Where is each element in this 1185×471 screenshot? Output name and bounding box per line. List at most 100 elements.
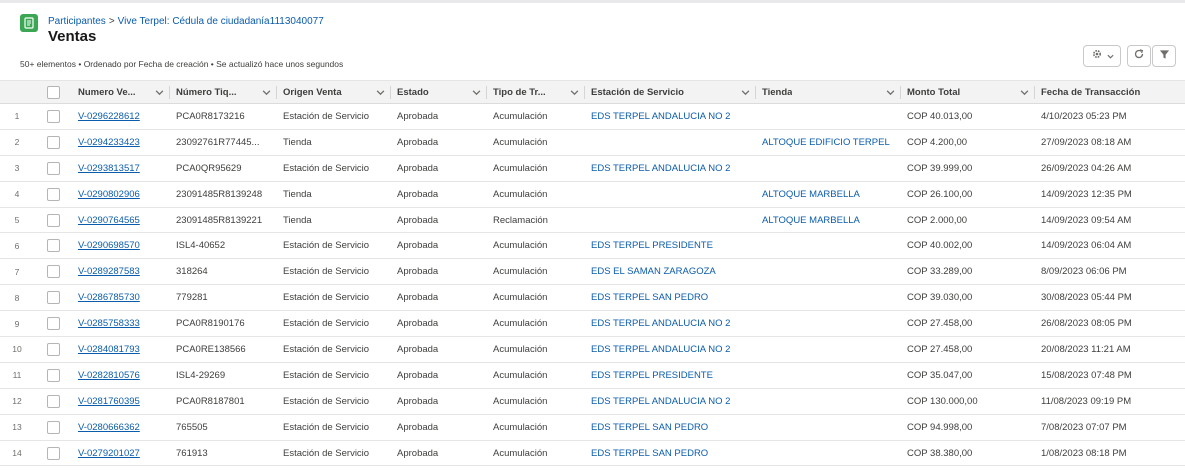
numero-venta-link[interactable]: V-0286785730 xyxy=(78,292,140,303)
numero-venta-link[interactable]: V-0289287583 xyxy=(78,266,140,277)
row-select-cell[interactable] xyxy=(34,207,72,234)
row-select-cell[interactable] xyxy=(34,440,72,467)
col-header-tipo-transaccion[interactable]: Tipo de Tr... xyxy=(487,80,585,104)
col-header-estacion-servicio[interactable]: Estación de Servicio xyxy=(585,80,756,104)
numero-venta-link[interactable]: V-0284081793 xyxy=(78,344,140,355)
select-all-header[interactable] xyxy=(34,80,72,104)
numero-venta-link[interactable]: V-0285758333 xyxy=(78,318,140,329)
row-select-cell[interactable] xyxy=(34,258,72,286)
row-checkbox[interactable] xyxy=(46,368,60,382)
chevron-down-icon[interactable] xyxy=(155,88,164,97)
chevron-down-icon[interactable] xyxy=(886,88,895,97)
select-all-checkbox[interactable] xyxy=(46,85,60,99)
numero-venta-link[interactable]: V-0296228612 xyxy=(78,111,140,122)
numero-venta-link[interactable]: V-0281760395 xyxy=(78,396,140,407)
table-row[interactable]: 14 V-0279201027 761913 Estación de Servicio… xyxy=(0,440,1185,467)
row-checkbox[interactable] xyxy=(46,109,60,123)
chevron-down-icon[interactable] xyxy=(376,88,385,97)
chevron-down-icon[interactable] xyxy=(741,88,750,97)
table-row[interactable]: 5 V-0290764565 23091485R8139221 Tienda Aprob… xyxy=(0,207,1185,234)
row-select-cell[interactable] xyxy=(34,336,72,363)
table-row[interactable]: 2 V-0294233423 23092761R77445... Tienda Apro… xyxy=(0,129,1185,156)
estacion-servicio-link[interactable]: EDS TERPEL ANDALUCIA NO 2 xyxy=(591,318,730,329)
row-select-cell[interactable] xyxy=(34,362,72,389)
chevron-down-icon[interactable] xyxy=(472,88,481,97)
estacion-servicio-link[interactable]: EDS TERPEL ANDALUCIA NO 2 xyxy=(591,111,730,122)
numero-venta-link[interactable]: V-0290764565 xyxy=(78,215,140,226)
breadcrumb-current-link[interactable]: Vive Terpel: Cédula de ciudadanía1113040… xyxy=(118,16,324,27)
estacion-servicio-link[interactable]: EDS TERPEL ANDALUCIA NO 2 xyxy=(591,163,730,174)
table-row[interactable]: 9 V-0285758333 PCA0R8190176 Estación de Ser… xyxy=(0,310,1185,338)
row-select-cell[interactable] xyxy=(34,129,72,156)
estacion-servicio-link[interactable]: EDS TERPEL SAN PEDRO xyxy=(591,448,708,459)
row-select-cell[interactable] xyxy=(34,103,72,130)
col-header-fecha-transaccion[interactable]: Fecha de Transacción xyxy=(1035,80,1185,104)
estacion-servicio-link[interactable]: EDS TERPEL PRESIDENTE xyxy=(591,370,713,381)
row-select-cell[interactable] xyxy=(34,414,72,441)
tienda-link[interactable]: ALTOQUE MARBELLA xyxy=(762,215,860,226)
estacion-servicio-link[interactable]: EDS TERPEL ANDALUCIA NO 2 xyxy=(591,396,730,407)
table-row[interactable]: 8 V-0286785730 779281 Estación de Servicio A… xyxy=(0,284,1185,312)
filter-button[interactable] xyxy=(1152,45,1176,67)
row-checkbox[interactable] xyxy=(46,291,60,305)
table-row[interactable]: 10 V-0284081793 PCA0RE138566 Estación de Se… xyxy=(0,336,1185,363)
gear-icon xyxy=(1091,47,1103,65)
refresh-button[interactable] xyxy=(1127,45,1151,67)
monto-total-cell: COP 35.047,00 xyxy=(901,362,1035,389)
col-header-monto-total[interactable]: Monto Total xyxy=(901,80,1035,104)
list-settings-button[interactable] xyxy=(1083,45,1121,67)
row-select-cell[interactable] xyxy=(34,284,72,312)
row-checkbox[interactable] xyxy=(46,239,60,253)
col-header-label: Estación de Servicio xyxy=(591,86,684,98)
table-row[interactable]: 7 V-0289287583 318264 Estación de Servicio A… xyxy=(0,258,1185,286)
chevron-down-icon[interactable] xyxy=(262,88,271,97)
row-checkbox[interactable] xyxy=(46,213,60,227)
col-header-estado[interactable]: Estado xyxy=(391,80,487,104)
table-row[interactable]: 4 V-0290802906 23091485R8139248 Tienda Aprob… xyxy=(0,181,1185,208)
table-row[interactable]: 12 V-0281760395 PCA0R8187801 Estación de Se… xyxy=(0,388,1185,415)
breadcrumb-parent-link[interactable]: Participantes xyxy=(48,16,106,27)
estacion-servicio-link[interactable]: EDS TERPEL ANDALUCIA NO 2 xyxy=(591,344,730,355)
row-select-cell[interactable] xyxy=(34,155,72,182)
estacion-servicio-link[interactable]: EDS TERPEL SAN PEDRO xyxy=(591,292,708,303)
row-select-cell[interactable] xyxy=(34,310,72,338)
row-checkbox[interactable] xyxy=(46,265,60,279)
numero-venta-link[interactable]: V-0279201027 xyxy=(78,448,140,459)
chevron-down-icon[interactable] xyxy=(570,88,579,97)
tipo-transaccion-cell: Acumulación xyxy=(487,388,585,415)
row-select-cell[interactable] xyxy=(34,388,72,415)
table-row[interactable]: 11 V-0282810576 ISL4-29269 Estación de Serv… xyxy=(0,362,1185,389)
col-header-origen-venta[interactable]: Origen Venta xyxy=(277,80,391,104)
row-select-cell[interactable] xyxy=(34,181,72,208)
table-row[interactable]: 3 V-0293813517 PCA0QR95629 Estación de Serv… xyxy=(0,155,1185,182)
col-header-tienda[interactable]: Tienda xyxy=(756,80,901,104)
row-checkbox[interactable] xyxy=(46,161,60,175)
tienda-link[interactable]: ALTOQUE EDIFICIO TERPEL xyxy=(762,137,890,148)
origen-venta-cell: Estación de Servicio xyxy=(277,336,391,363)
row-select-cell[interactable] xyxy=(34,232,72,260)
col-header-numero-tiquete[interactable]: Número Tiq... xyxy=(170,80,277,104)
row-checkbox[interactable] xyxy=(46,446,60,460)
table-row[interactable]: 13 V-0280666362 765505 Estación de Servicio… xyxy=(0,414,1185,441)
numero-venta-link[interactable]: V-0290698570 xyxy=(78,240,140,251)
numero-venta-link[interactable]: V-0282810576 xyxy=(78,370,140,381)
row-checkbox[interactable] xyxy=(46,187,60,201)
estado-cell: Aprobada xyxy=(391,129,487,156)
row-checkbox[interactable] xyxy=(46,342,60,356)
numero-venta-link[interactable]: V-0280666362 xyxy=(78,422,140,433)
numero-venta-link[interactable]: V-0294233423 xyxy=(78,137,140,148)
estacion-servicio-link[interactable]: EDS TERPEL PRESIDENTE xyxy=(591,240,713,251)
row-checkbox[interactable] xyxy=(46,420,60,434)
col-header-numero-venta[interactable]: Numero Ve... xyxy=(72,80,170,104)
tienda-link[interactable]: ALTOQUE MARBELLA xyxy=(762,189,860,200)
chevron-down-icon[interactable] xyxy=(1020,88,1029,97)
table-row[interactable]: 1 V-0296228612 PCA0R8173216 Estación de Ser… xyxy=(0,103,1185,130)
estacion-servicio-link[interactable]: EDS EL SAMAN ZARAGOZA xyxy=(591,266,716,277)
numero-venta-link[interactable]: V-0293813517 xyxy=(78,163,140,174)
table-row[interactable]: 6 V-0290698570 ISL4-40652 Estación de Servi… xyxy=(0,232,1185,260)
row-checkbox[interactable] xyxy=(46,317,60,331)
numero-venta-link[interactable]: V-0290802906 xyxy=(78,189,140,200)
estacion-servicio-link[interactable]: EDS TERPEL SAN PEDRO xyxy=(591,422,708,433)
row-checkbox[interactable] xyxy=(46,135,60,149)
row-checkbox[interactable] xyxy=(46,394,60,408)
